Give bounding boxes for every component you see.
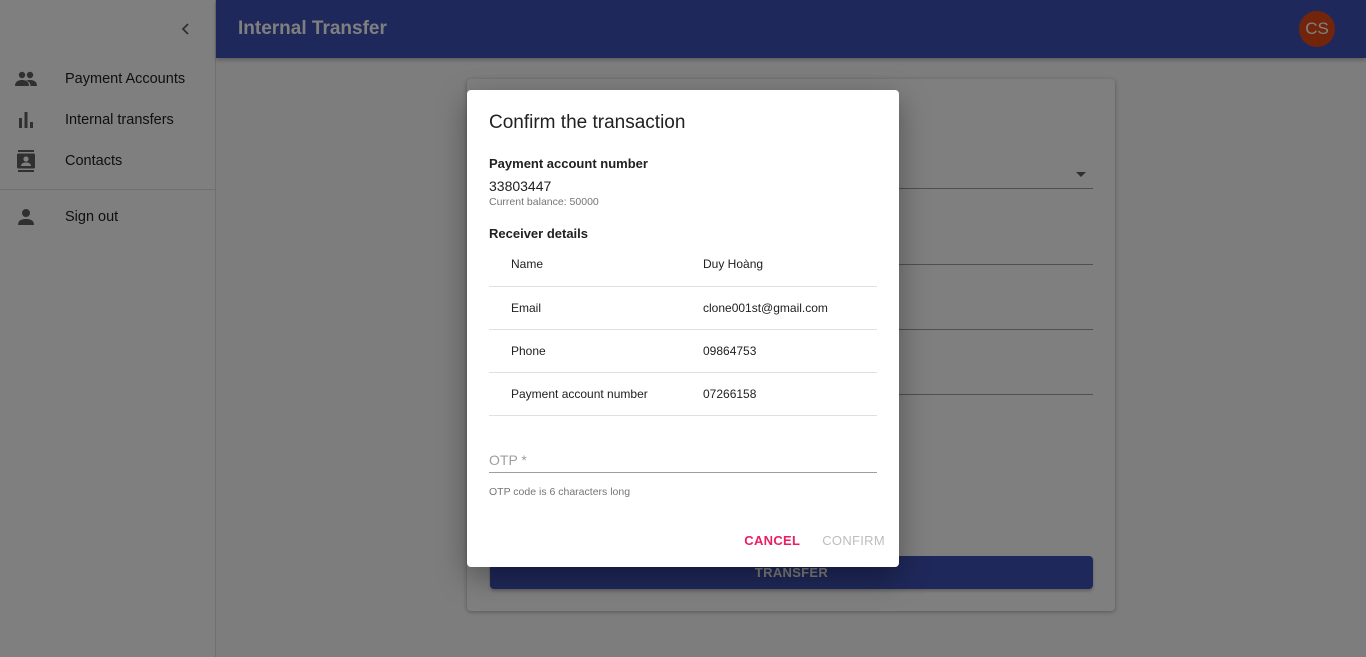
- otp-label: OTP *: [489, 452, 527, 468]
- table-row: Name Duy Hoàng: [489, 242, 877, 287]
- payment-account-label: Payment account number: [489, 156, 648, 171]
- receiver-details-label: Receiver details: [489, 226, 589, 241]
- payment-account-number: 33803447: [489, 178, 552, 194]
- current-balance: Current balance: 50000: [489, 196, 599, 208]
- table-row: Payment account number 07266158: [489, 373, 877, 416]
- confirm-button[interactable]: CONFIRM: [822, 533, 885, 548]
- table-row: Phone 09864753: [489, 330, 877, 373]
- receiver-value: 09864753: [703, 344, 757, 358]
- table-row: Email clone001st@gmail.com: [489, 287, 877, 330]
- receiver-value: 07266158: [703, 387, 757, 401]
- dialog-title: Confirm the transaction: [489, 112, 686, 133]
- receiver-key: Phone: [511, 344, 546, 358]
- receiver-key: Email: [511, 301, 542, 315]
- receiver-value: Duy Hoàng: [703, 257, 764, 271]
- receiver-details-table: Name Duy Hoàng Email clone001st@gmail.co…: [489, 242, 877, 416]
- otp-helper-text: OTP code is 6 characters long: [489, 486, 631, 498]
- dialog-actions: CANCEL CONFIRM: [744, 533, 885, 548]
- cancel-button[interactable]: CANCEL: [744, 533, 800, 548]
- receiver-key: Payment account number: [511, 387, 648, 401]
- confirm-transaction-dialog: Confirm the transaction Payment account …: [467, 90, 899, 567]
- otp-input[interactable]: OTP *: [489, 446, 877, 473]
- receiver-value: clone001st@gmail.com: [703, 301, 828, 315]
- receiver-key: Name: [511, 257, 544, 271]
